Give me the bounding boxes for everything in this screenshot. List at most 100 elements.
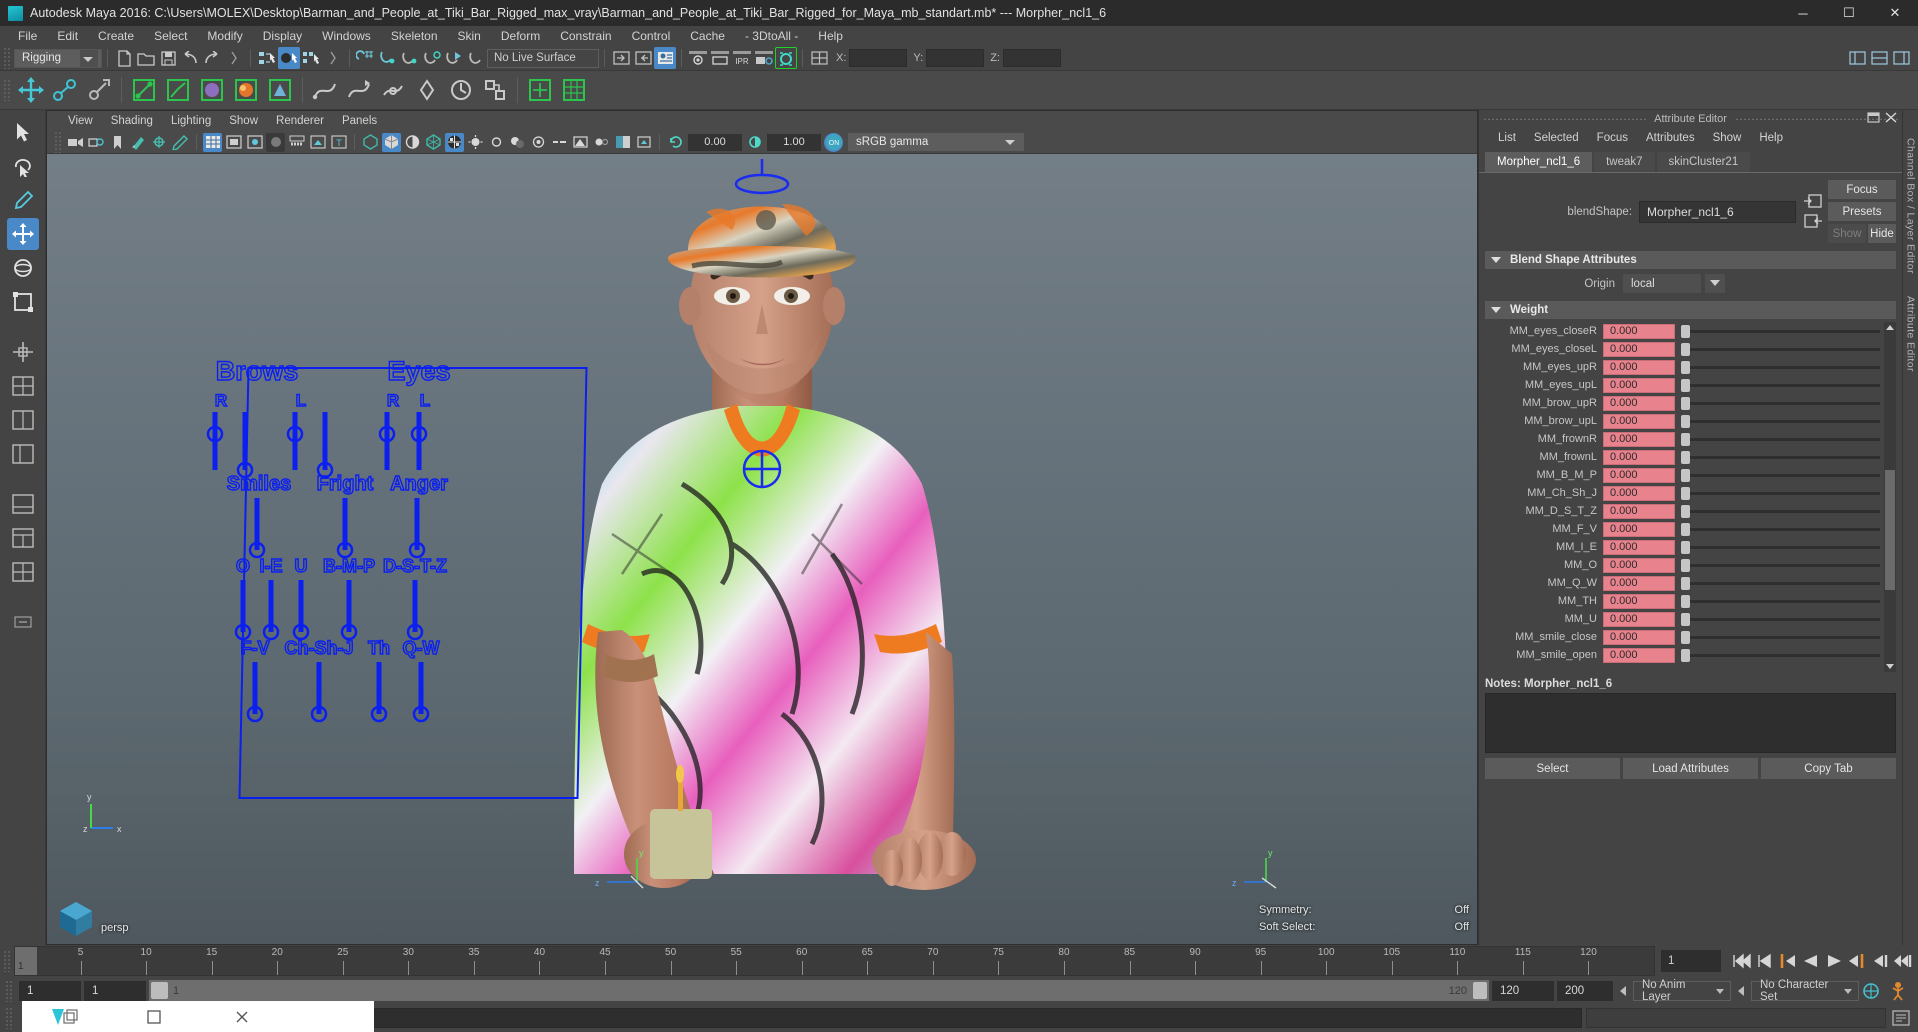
- menu-display[interactable]: Display: [253, 26, 312, 46]
- shelf-grip[interactable]: [3, 79, 11, 101]
- ae-copy-tab-button[interactable]: Copy Tab: [1761, 758, 1896, 779]
- render-current-frame-icon[interactable]: [687, 47, 709, 69]
- gamma-field[interactable]: 1.00: [767, 133, 821, 151]
- weight-section[interactable]: Weight: [1485, 301, 1896, 319]
- redo-icon[interactable]: [201, 47, 223, 69]
- origin-dropdown-icon[interactable]: [1705, 274, 1725, 293]
- viewport-menu-bar[interactable]: View Shading Lighting Show Renderer Panels: [47, 111, 1477, 131]
- flat-shading-icon[interactable]: [403, 133, 422, 152]
- save-scene-icon[interactable]: [157, 47, 179, 69]
- z-coordinate-field[interactable]: [1002, 49, 1061, 67]
- exposure-reset-icon[interactable]: [666, 133, 685, 152]
- menu-skeleton[interactable]: Skeleton: [381, 26, 448, 46]
- previous-key-button[interactable]: [1777, 950, 1799, 972]
- select-tool-icon[interactable]: [7, 116, 39, 148]
- ae-menu-list[interactable]: List: [1489, 132, 1525, 144]
- minimize-button[interactable]: ─: [1780, 0, 1826, 26]
- menu-skin[interactable]: Skin: [448, 26, 491, 46]
- open-scene-icon[interactable]: [135, 47, 157, 69]
- attach-curve-icon[interactable]: [378, 75, 408, 105]
- channel-box-panel-icon[interactable]: [1846, 47, 1868, 69]
- weight-slider[interactable]: [1681, 558, 1880, 573]
- command-line-grip[interactable]: [5, 1007, 13, 1029]
- select-by-component-type-icon[interactable]: [300, 47, 322, 69]
- next-key-button[interactable]: [1846, 950, 1868, 972]
- curve-tool-icon[interactable]: [310, 75, 340, 105]
- auto-key-icon[interactable]: [1887, 980, 1909, 1002]
- presets-button[interactable]: Presets: [1828, 202, 1896, 221]
- snap-to-view-plane-icon[interactable]: [443, 47, 465, 69]
- step-back-button[interactable]: [1754, 950, 1776, 972]
- range-start-field[interactable]: 1: [19, 980, 81, 1001]
- use-default-lighting-icon[interactable]: [466, 133, 485, 152]
- select-camera-icon[interactable]: [66, 133, 85, 152]
- anim-layer-expand-icon[interactable]: [1620, 985, 1626, 996]
- snap-to-projected-center-icon[interactable]: [421, 47, 443, 69]
- render-sequence-icon[interactable]: [709, 47, 731, 69]
- shadows-icon[interactable]: [508, 133, 527, 152]
- snap-to-point-icon[interactable]: [399, 47, 421, 69]
- close-button[interactable]: ✕: [1872, 0, 1918, 26]
- menu-file[interactable]: File: [8, 26, 47, 46]
- ae-select-button[interactable]: Select: [1485, 758, 1620, 779]
- menu-create[interactable]: Create: [88, 26, 144, 46]
- move-tool-icon[interactable]: [16, 75, 46, 105]
- live-surface-field[interactable]: No Live Surface: [487, 48, 599, 68]
- insert-keyframe-icon[interactable]: [412, 75, 442, 105]
- image-plane-icon[interactable]: [129, 133, 148, 152]
- character-set-selector[interactable]: No Character Set: [1751, 979, 1859, 1003]
- weight-value-field[interactable]: 0.000: [1603, 467, 1675, 483]
- color-management-on-icon[interactable]: ON: [824, 132, 843, 152]
- weight-value-field[interactable]: 0.000: [1603, 377, 1675, 393]
- paint-select-tool-icon[interactable]: [7, 184, 39, 216]
- viewport-3d[interactable]: Brows Eyes R L R L Smiles Fright Anger O I-E U B-M-P…: [47, 154, 1477, 944]
- weight-value-field[interactable]: 0.000: [1603, 647, 1675, 663]
- play-forwards-button[interactable]: [1823, 950, 1845, 972]
- attribute-editor-rail-label[interactable]: Attribute Editor: [1905, 296, 1917, 372]
- universal-manipulator-icon[interactable]: [7, 336, 39, 368]
- hide-button[interactable]: Hide: [1868, 224, 1896, 243]
- attribute-editor-menu-bar[interactable]: List Selected Focus Attributes Show Help: [1479, 128, 1902, 148]
- notes-textarea[interactable]: [1485, 693, 1896, 753]
- texture-shading-icon[interactable]: [445, 132, 464, 152]
- blendshape-name-field[interactable]: Morpher_ncl1_6: [1639, 200, 1796, 223]
- time-slider-grip[interactable]: [3, 950, 11, 972]
- blend-shape-icon[interactable]: [265, 75, 295, 105]
- rotate-tool-icon[interactable]: [7, 252, 39, 284]
- grease-pencil-icon[interactable]: [171, 133, 190, 152]
- menu-cache[interactable]: Cache: [680, 26, 735, 46]
- current-frame-marker[interactable]: 1: [15, 947, 37, 975]
- ep-curve-tool-icon[interactable]: [344, 75, 374, 105]
- toggle-channel-box-icon[interactable]: [808, 47, 830, 69]
- weight-value-field[interactable]: 0.000: [1603, 449, 1675, 465]
- depth-of-field-icon[interactable]: [592, 133, 611, 152]
- animation-preferences-icon[interactable]: [1862, 980, 1884, 1002]
- lattice-deformer-icon[interactable]: [559, 75, 589, 105]
- weight-value-field[interactable]: 0.000: [1603, 503, 1675, 519]
- new-scene-icon[interactable]: [113, 47, 135, 69]
- facial-rig-controls[interactable]: Brows Eyes R L R L Smiles Fright Anger O I-E U B-M-P…: [197, 344, 537, 764]
- toolbar-grip[interactable]: [3, 47, 11, 69]
- ae-menu-help[interactable]: Help: [1750, 132, 1792, 144]
- use-all-lights-icon[interactable]: [487, 133, 506, 152]
- expand-toolbox-icon[interactable]: [7, 606, 39, 638]
- screen-space-ao-icon[interactable]: [529, 133, 548, 152]
- ae-tab-skincluster21[interactable]: skinCluster21: [1656, 152, 1751, 172]
- ik-handle-icon[interactable]: [163, 75, 193, 105]
- weight-value-field[interactable]: 0.000: [1603, 539, 1675, 555]
- viewport-menu-view[interactable]: View: [59, 111, 102, 131]
- color-profile-selector[interactable]: sRGB gamma: [848, 133, 1024, 151]
- command-output[interactable]: [1586, 1008, 1886, 1028]
- anim-layer-selector[interactable]: No Anim Layer: [1633, 979, 1731, 1003]
- origin-value[interactable]: local: [1623, 274, 1701, 293]
- weight-value-field[interactable]: 0.000: [1603, 413, 1675, 429]
- undock-icon[interactable]: [1867, 111, 1881, 124]
- viewport-menu-show[interactable]: Show: [220, 111, 267, 131]
- menu-3dtoall[interactable]: - 3DtoAll -: [735, 26, 808, 46]
- weight-slider[interactable]: [1681, 450, 1880, 465]
- create-joint-chain-icon[interactable]: [129, 75, 159, 105]
- show-manipulator-icon[interactable]: [525, 75, 555, 105]
- ae-load-attributes-button[interactable]: Load Attributes: [1623, 758, 1758, 779]
- gamma-reset-icon[interactable]: [745, 133, 764, 152]
- smooth-shading-icon[interactable]: [382, 132, 401, 152]
